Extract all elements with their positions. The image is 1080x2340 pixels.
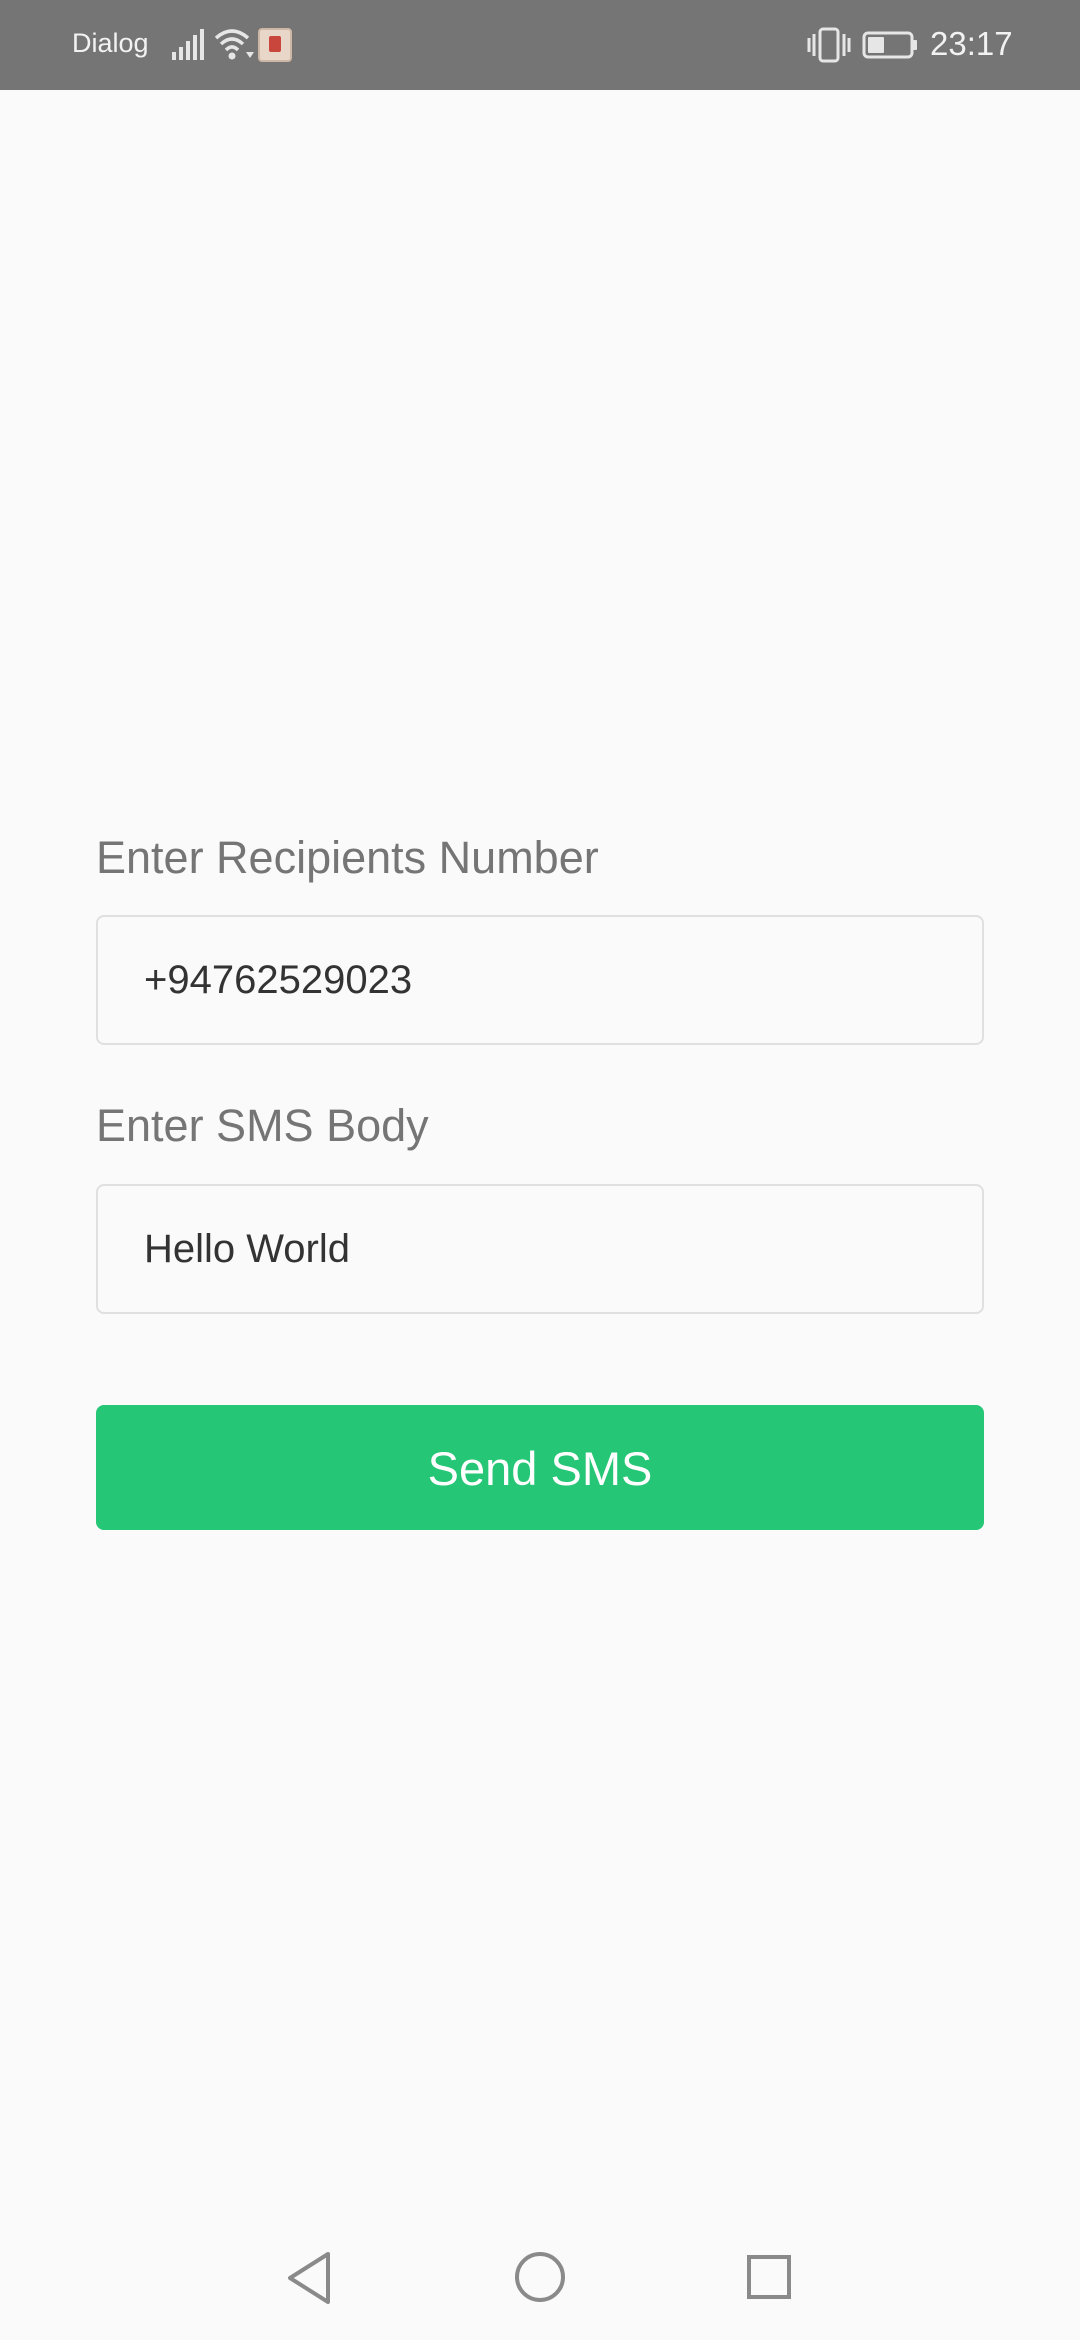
home-icon[interactable] bbox=[514, 2251, 566, 2303]
back-icon[interactable] bbox=[284, 2250, 334, 2306]
vibrate-icon bbox=[807, 27, 851, 63]
navigation-bar bbox=[0, 2214, 1080, 2340]
recipient-number-input[interactable] bbox=[96, 915, 984, 1045]
battery-icon bbox=[862, 31, 917, 59]
carrier-name: Dialog bbox=[72, 28, 149, 58]
status-bar: Dialog 23:17 bbox=[0, 0, 1080, 90]
status-time: 23:17 bbox=[930, 25, 1013, 62]
sms-body-input[interactable] bbox=[96, 1184, 984, 1314]
wifi-icon bbox=[214, 29, 254, 60]
sms-screen: Dialog 23:17 Enter Recipients Number +94… bbox=[0, 0, 1080, 2340]
send-sms-button[interactable]: Send SMS bbox=[96, 1405, 984, 1530]
recents-icon[interactable] bbox=[746, 2254, 792, 2300]
signal-icon bbox=[172, 29, 204, 60]
app-notification-icon bbox=[258, 28, 292, 62]
sms-body-label: Enter SMS Body bbox=[96, 1100, 429, 1151]
recipient-number-label: Enter Recipients Number bbox=[96, 832, 599, 883]
